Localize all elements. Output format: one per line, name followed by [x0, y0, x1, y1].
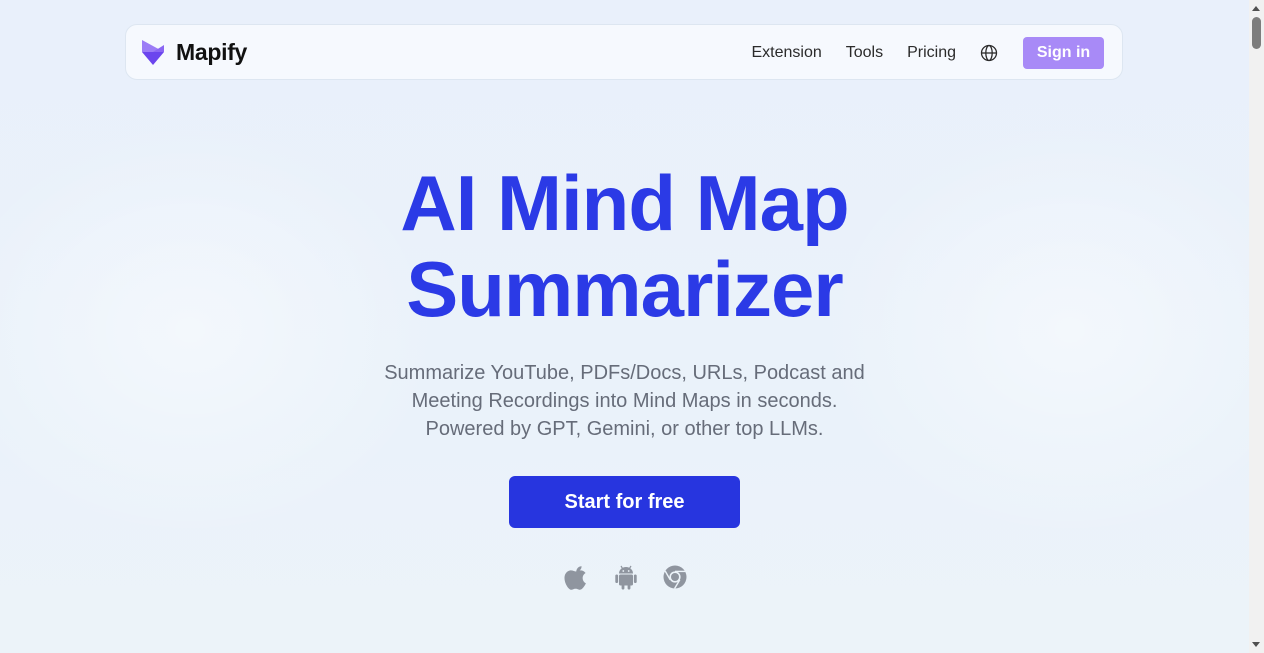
vertical-scrollbar[interactable] — [1249, 0, 1264, 653]
sign-in-button[interactable]: Sign in — [1023, 37, 1104, 69]
start-for-free-button[interactable]: Start for free — [509, 476, 740, 528]
hero-title: AI Mind Map Summarizer — [0, 160, 1249, 332]
hero-subtitle-line-1: Summarize YouTube, PDFs/Docs, URLs, Podc… — [384, 362, 865, 384]
hero-title-line-1: AI Mind Map — [400, 159, 849, 247]
lightning-bolt-icon — [142, 40, 164, 65]
android-icon[interactable] — [613, 563, 639, 591]
globe-icon[interactable] — [980, 44, 998, 62]
scrollbar-thumb[interactable] — [1252, 17, 1261, 49]
brand-name: Mapify — [176, 38, 248, 65]
nav-links: Extension Tools Pricing Sign in — [751, 37, 1104, 69]
top-navigation: Mapify Extension Tools Pricing Sign in — [125, 24, 1123, 80]
hero-subtitle-line-3: Powered by GPT, Gemini, or other top LLM… — [425, 418, 824, 440]
apple-icon[interactable] — [564, 563, 590, 591]
nav-link-pricing[interactable]: Pricing — [907, 44, 956, 62]
chrome-icon[interactable] — [662, 563, 688, 591]
scroll-down-arrow-icon[interactable] — [1252, 642, 1260, 647]
nav-link-extension[interactable]: Extension — [751, 44, 821, 62]
platform-icons — [564, 562, 688, 592]
hero-title-line-2: Summarizer — [406, 245, 844, 333]
brand-logo-link[interactable]: Mapify — [138, 37, 247, 67]
nav-link-tools[interactable]: Tools — [846, 44, 883, 62]
hero-subtitle-line-2: Meeting Recordings into Mind Maps in sec… — [411, 390, 838, 412]
hero-subtitle: Summarize YouTube, PDFs/Docs, URLs, Podc… — [0, 359, 1249, 443]
scroll-up-arrow-icon[interactable] — [1252, 6, 1260, 11]
